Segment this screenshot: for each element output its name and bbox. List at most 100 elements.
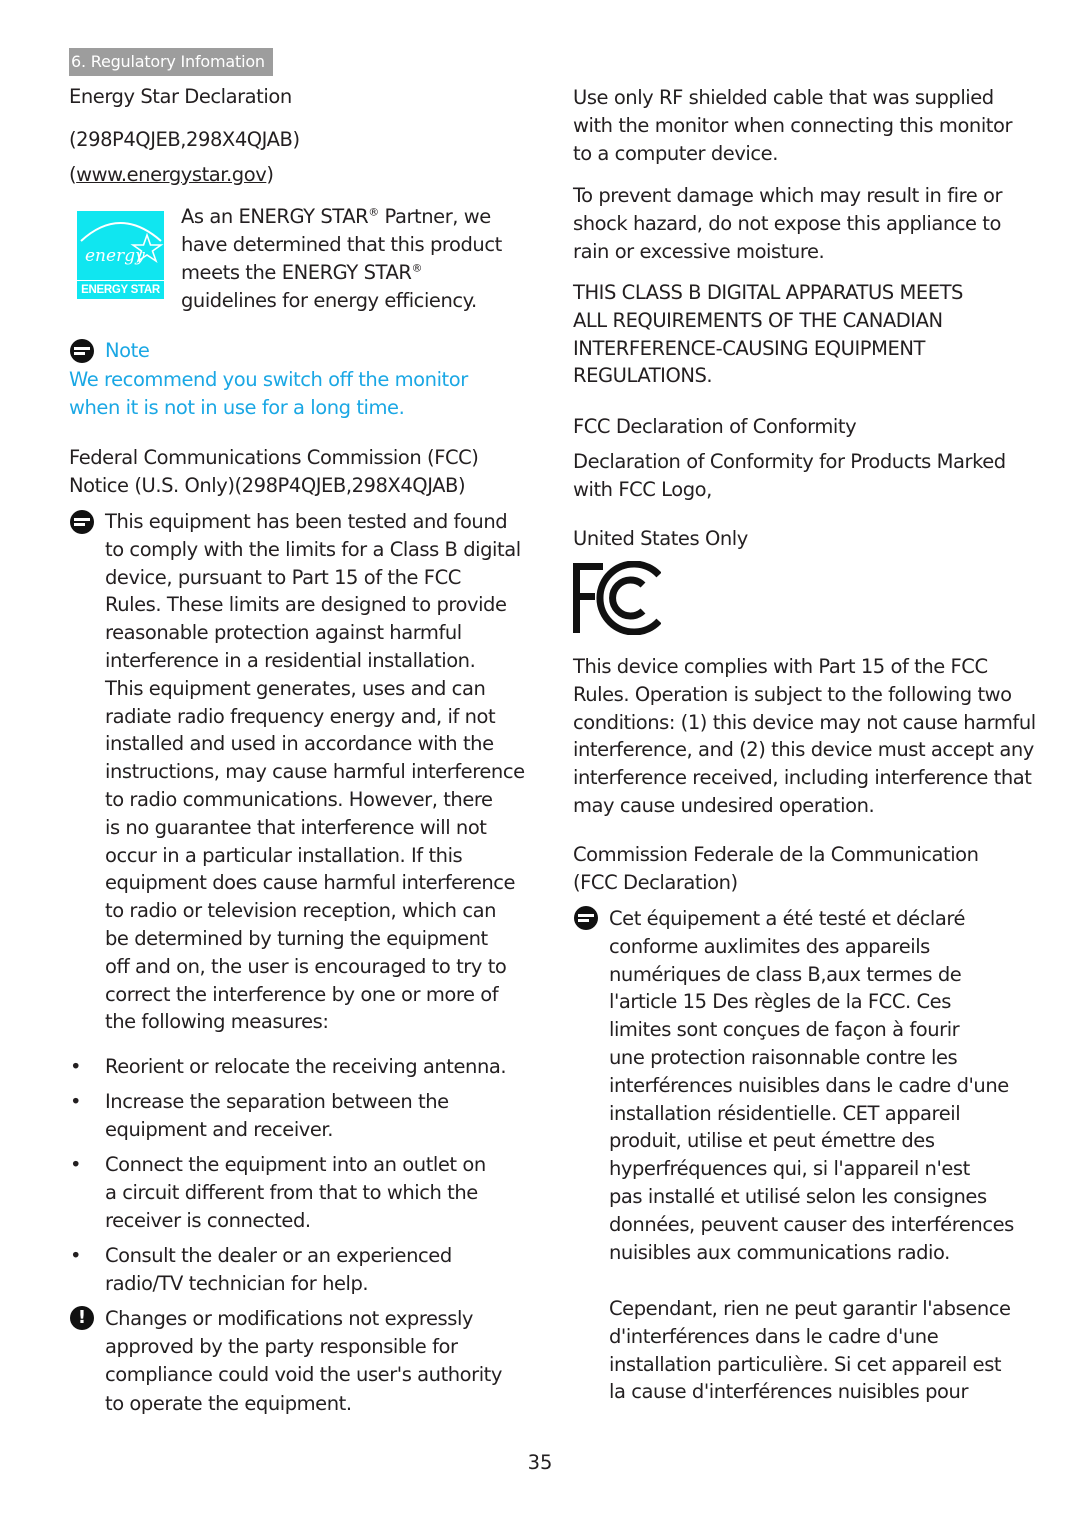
note-icon	[70, 510, 94, 534]
damage-warning-line: rain or excessive moisture.	[573, 239, 825, 263]
fcc-notice-title-2: Notice (U.S. Only)(298P4QJEB,298X4QJAB)	[69, 474, 466, 497]
bullet-line: Connect the equipment into an outlet on	[105, 1153, 486, 1176]
registered-mark: ®	[411, 261, 422, 275]
conformity-line: with FCC Logo,	[573, 477, 712, 501]
warning-line: approved by the party responsible for	[105, 1335, 458, 1359]
french-body2-line: d'interférences dans le cadre d'une	[609, 1324, 939, 1348]
bullet-line: radio/TV technician for help.	[105, 1271, 369, 1295]
french-body-line: hyperfréquences qui, si l'appareil n'est	[609, 1157, 970, 1181]
energy-star-emblem-icon: energy	[80, 222, 164, 266]
energy-star-logo-label: ENERGY STAR	[77, 280, 164, 299]
damage-warning-line: shock hazard, do not expose this applian…	[573, 211, 1001, 235]
fcc-compliance-line: interference received, including interfe…	[573, 766, 1032, 790]
note-icon	[574, 906, 598, 930]
paren-close: )	[266, 163, 274, 186]
fcc-body-line: Rules. These limits are designed to prov…	[105, 593, 507, 617]
french-body-line: Cet équipement a été testé et déclaré	[609, 907, 966, 930]
fcc-body-line: device, pursuant to Part 15 of the FCC	[105, 565, 461, 589]
registered-mark: ®	[368, 205, 379, 219]
energy-star-link[interactable]: www.energystar.gov	[76, 163, 267, 186]
fcc-notice-title-1: Federal Communications Commission (FCC)	[69, 446, 479, 469]
warning-icon: !	[70, 1306, 94, 1330]
bullet-icon: •	[70, 1153, 82, 1176]
us-only-label: United States Only	[573, 527, 748, 550]
rf-cable-line: Use only RF shielded cable that was supp…	[573, 86, 994, 109]
fcc-body-line: to comply with the limits for a Class B …	[105, 537, 521, 561]
warning-line: to operate the equipment.	[105, 1391, 352, 1415]
french-body2-line: installation particulière. Si cet appare…	[609, 1352, 1002, 1376]
bullet-icon: •	[70, 1090, 82, 1113]
page-number: 35	[527, 1451, 553, 1474]
french-body-line: interférences nuisibles dans le cadre d'…	[609, 1073, 1009, 1097]
section-tab: 6. Regulatory Infomation	[69, 48, 273, 76]
damage-warning-line: To prevent damage which may result in fi…	[573, 184, 1003, 207]
warning-line: Changes or modifications not expressly	[105, 1307, 474, 1330]
canada-compliance-line: REGULATIONS.	[573, 364, 713, 388]
french-body-line: nuisibles aux communications radio.	[609, 1240, 950, 1264]
french-body2-line: la cause d'interférences nuisibles pour	[609, 1380, 969, 1404]
energy-script: energy	[85, 246, 145, 266]
bullet-icon: •	[70, 1055, 82, 1078]
bullet-line: receiver is connected.	[105, 1208, 311, 1232]
french-body-line: pas installé et utilisé selon les consig…	[609, 1185, 987, 1208]
manual-page: 6. Regulatory Infomation Energy Star Dec…	[0, 0, 1080, 1532]
conformity-line: Declaration of Conformity for Products M…	[573, 450, 1006, 473]
energy-star-url-line: (www.energystar.gov)	[69, 161, 274, 189]
fcc-body-line: occur in a particular installation. If t…	[105, 843, 463, 867]
fcc-body-line: installed and used in accordance with th…	[105, 732, 494, 756]
note-label: Note	[105, 339, 150, 362]
fcc-body-line: instructions, may cause harmful interfer…	[105, 760, 525, 784]
french-body-line: l'article 15 Des règles de la FCC. Ces	[609, 990, 951, 1014]
fcc-body-line: radiate radio frequency energy and, if n…	[105, 704, 496, 728]
canada-compliance-line: ALL REQUIREMENTS OF THE CANADIAN	[573, 308, 943, 332]
partner-line-4: guidelines for energy efficiency.	[181, 289, 477, 312]
fcc-compliance-line: conditions: (1) this device may not caus…	[573, 710, 1036, 734]
bullet-line: Consult the dealer or an experienced	[105, 1244, 452, 1267]
energy-star-models: (298P4QJEB,298X4QJAB)	[69, 128, 300, 151]
fcc-logo-icon	[573, 561, 661, 635]
fcc-body-line: be determined by turning the equipment	[105, 927, 488, 950]
fcc-body-line: interference in a residential installati…	[105, 649, 476, 672]
fcc-compliance-line: This device complies with Part 15 of the…	[573, 655, 988, 678]
rf-cable-line: to a computer device.	[573, 141, 778, 165]
fcc-body-line: reasonable protection against harmful	[105, 621, 462, 645]
partner-line-1: As an ENERGY STAR® Partner, we	[181, 205, 491, 228]
french-body-line: une protection raisonnable contre les	[609, 1046, 958, 1069]
bullet-line: Increase the separation between the	[105, 1090, 449, 1113]
warning-line: compliance could void the user's authori…	[105, 1363, 502, 1387]
note-line-2: when it is not in use for a long time.	[69, 396, 405, 419]
french-body-line: installation résidentielle. CET appareil	[609, 1101, 961, 1125]
fcc-compliance-line: may cause undesired operation.	[573, 794, 875, 817]
fcc-compliance-line: interference, and (2) this device must a…	[573, 738, 1034, 762]
bullet-line: Reorient or relocate the receiving anten…	[105, 1055, 507, 1078]
fcc-body-line: to radio communications. However, there	[105, 788, 493, 811]
conformity-title: FCC Declaration of Conformity	[573, 415, 857, 438]
bullet-line: a circuit different from that to which t…	[105, 1180, 478, 1204]
fcc-body-line: This equipment has been tested and found	[105, 510, 508, 533]
french-body-line: données, peuvent causer des interférence…	[609, 1212, 1014, 1236]
french-body-line: produit, utilise et peut émettre des	[609, 1129, 935, 1153]
note-icon	[70, 339, 94, 363]
french-title-line: (FCC Declaration)	[573, 870, 738, 894]
fcc-body-line: to radio or television reception, which …	[105, 899, 497, 923]
fcc-body-line: This equipment generates, uses and can	[105, 676, 486, 700]
bullet-line: equipment and receiver.	[105, 1117, 333, 1141]
fcc-body-line: is no guarantee that interference will n…	[105, 815, 487, 839]
french-body-line: conforme auxlimites des appareils	[609, 934, 930, 958]
french-body-line: limites sont conçues de façon à fourir	[609, 1018, 960, 1042]
canada-compliance-line: THIS CLASS B DIGITAL APPARATUS MEETS	[573, 281, 963, 304]
fcc-body-line: correct the interference by one or more …	[105, 982, 499, 1006]
bullet-icon: •	[70, 1244, 82, 1267]
note-line-1: We recommend you switch off the monitor	[69, 368, 468, 391]
fcc-body-line: off and on, the user is encouraged to tr…	[105, 954, 507, 978]
french-body-line: numériques de class B,aux termes de	[609, 962, 962, 986]
rf-cable-line: with the monitor when connecting this mo…	[573, 113, 1013, 137]
partner-line-2: have determined that this product	[181, 233, 502, 256]
energy-star-title: Energy Star Declaration	[69, 85, 292, 108]
energy-star-logo: energy ENERGY STAR	[77, 211, 164, 299]
french-title-line: Commission Federale de la Communication	[573, 843, 979, 866]
fcc-compliance-line: Rules. Operation is subject to the follo…	[573, 682, 1012, 706]
fcc-body-line: the following measures:	[105, 1010, 329, 1034]
fcc-body-line: equipment does cause harmful interferenc…	[105, 871, 516, 895]
canada-compliance-line: INTERFERENCE-CAUSING EQUIPMENT	[573, 336, 925, 360]
